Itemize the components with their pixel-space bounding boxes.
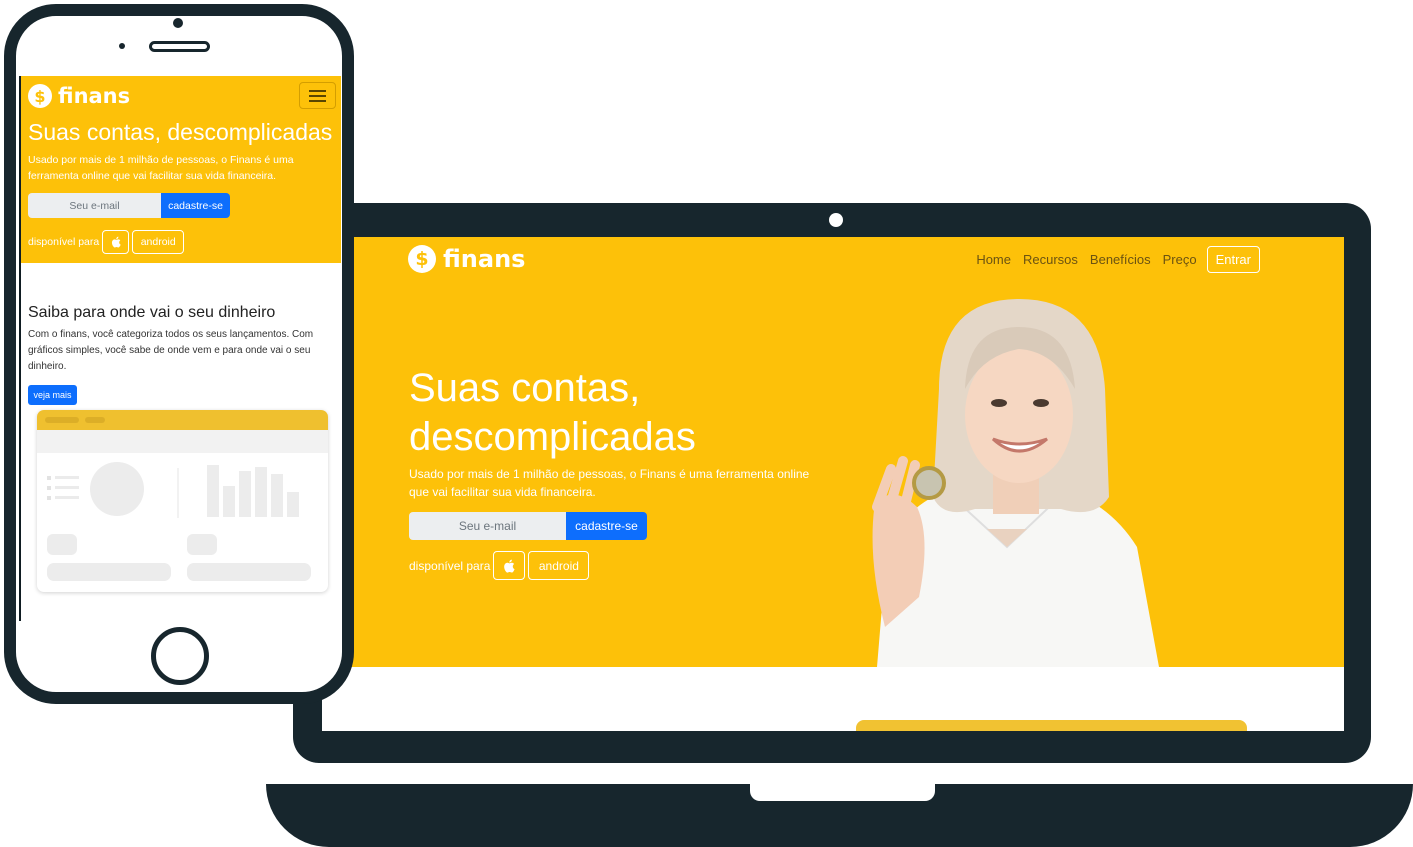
see-more-button[interactable]: veja mais bbox=[28, 385, 77, 405]
dashboard-mockup-illustration bbox=[37, 410, 328, 581]
email-input[interactable]: Seu e-mail bbox=[409, 512, 566, 540]
phone-signup-button[interactable]: cadastre-se bbox=[161, 193, 230, 218]
phone-hero: $ finans Suas contas, descomplicadas Usa… bbox=[21, 76, 341, 263]
dollar-coin-icon: $ bbox=[408, 245, 436, 273]
section-text: Com o finans, você categoriza todos os s… bbox=[28, 329, 314, 372]
signup-form: Seu e-mail cadastre-se bbox=[409, 512, 647, 540]
phone-email-input[interactable]: Seu e-mail bbox=[28, 193, 161, 218]
phone-available-label: disponível para bbox=[28, 236, 100, 248]
phone-apple-store-button[interactable] bbox=[102, 230, 130, 254]
phone-screen: $ finans Suas contas, descomplicadas Usa… bbox=[19, 76, 341, 621]
logo-text: finans bbox=[443, 245, 526, 273]
dashboard-mockup bbox=[37, 410, 328, 592]
nav-link-home[interactable]: Home bbox=[976, 252, 1011, 267]
dollar-coin-icon: $ bbox=[28, 84, 52, 108]
nav-link-recursos[interactable]: Recursos bbox=[1023, 252, 1078, 267]
phone-android-store-button[interactable]: android bbox=[132, 230, 185, 254]
nav-link-beneficios[interactable]: Benefícios bbox=[1090, 252, 1151, 267]
logo-text: finans bbox=[58, 84, 131, 108]
laptop-screen: $ finans Home Recursos Benefícios Preço … bbox=[322, 237, 1344, 731]
apple-icon bbox=[111, 236, 121, 248]
login-button[interactable]: Entrar bbox=[1206, 245, 1260, 273]
phone-hero-title: Suas contas, descomplicadas bbox=[28, 119, 333, 145]
nav-link-preco[interactable]: Preço bbox=[1163, 252, 1197, 267]
phone-sensor bbox=[173, 18, 183, 28]
dashboard-card-preview bbox=[856, 720, 1247, 731]
phone-logo[interactable]: $ finans bbox=[28, 84, 130, 108]
hero-title-line1: Suas contas, bbox=[409, 366, 641, 410]
available-platforms: disponível para android bbox=[409, 551, 590, 580]
laptop-logo[interactable]: $ finans bbox=[408, 245, 525, 273]
available-label: disponível para bbox=[409, 558, 491, 573]
woman-holding-coin-illustration bbox=[872, 299, 1159, 667]
laptop-notch bbox=[750, 784, 935, 801]
apple-icon bbox=[504, 559, 515, 573]
apple-store-button[interactable] bbox=[493, 551, 526, 580]
phone-signup-form: Seu e-mail cadastre-se bbox=[28, 193, 230, 218]
hero-title: Suas contas, descomplicadas bbox=[409, 364, 829, 462]
hamburger-menu-icon[interactable] bbox=[299, 82, 336, 109]
signup-button[interactable]: cadastre-se bbox=[566, 512, 647, 540]
hero-subtitle: Usado por mais de 1 milhão de pessoas, o… bbox=[409, 467, 810, 499]
phone-speaker bbox=[149, 41, 210, 52]
hero-title-line2: descomplicadas bbox=[409, 415, 696, 459]
section-title: Saiba para onde vai o seu dinheiro bbox=[28, 304, 276, 321]
android-store-button[interactable]: android bbox=[528, 551, 590, 580]
phone-home-button[interactable] bbox=[151, 627, 209, 685]
laptop-navbar: Home Recursos Benefícios Preço Entrar bbox=[964, 245, 1260, 273]
laptop-hero: $ finans Home Recursos Benefícios Preço … bbox=[322, 237, 1344, 667]
laptop-camera bbox=[829, 213, 843, 227]
phone-camera bbox=[119, 43, 125, 49]
phone-hero-subtitle: Usado por mais de 1 milhão de pessoas, o… bbox=[28, 154, 294, 182]
phone-available-platforms: disponível para android bbox=[28, 230, 185, 254]
